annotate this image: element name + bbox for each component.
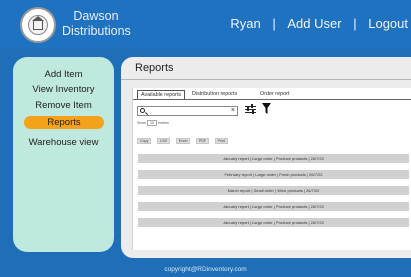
copy-button[interactable]: Copy (137, 138, 152, 144)
logo-emblem-icon (28, 15, 48, 35)
show-entries: Show 10 entries (137, 120, 169, 126)
show-entries-select[interactable]: 10 (147, 120, 157, 126)
header: Dawson Distributions Ryan | Add User | L… (0, 0, 411, 48)
search-icon (140, 108, 145, 113)
tab-divider (133, 99, 411, 100)
sidebar-item-remove-item[interactable]: Remove Item (13, 100, 114, 111)
top-nav: Ryan | Add User | Logout (230, 16, 408, 31)
sidebar-item-view-inventory[interactable]: View Inventory (13, 84, 114, 95)
nav-add-user-link[interactable]: Add User (287, 16, 341, 31)
report-row[interactable]: January report | Large order | Produce p… (138, 202, 409, 211)
nav-user[interactable]: Ryan (230, 16, 260, 31)
show-entries-suffix: entries (158, 121, 169, 125)
csv-button[interactable]: CSV (156, 138, 171, 144)
sidebar-item-warehouse-view[interactable]: Warehouse view (13, 137, 114, 148)
page-title: Reports (135, 62, 174, 74)
print-button[interactable]: Print (214, 138, 228, 144)
logo (20, 7, 56, 43)
reports-panel: Reports Available reports Distribution r… (121, 57, 411, 258)
nav-separator: | (353, 16, 357, 31)
filter-icon[interactable] (262, 103, 271, 114)
tab-order-report[interactable]: Order report (257, 90, 292, 99)
nav-separator: | (272, 16, 276, 31)
reports-card: Available reports Distribution reports O… (132, 88, 411, 250)
report-row[interactable]: March report | Small order | Wine produc… (138, 186, 409, 195)
title-divider (121, 79, 411, 80)
nav-logout-link[interactable]: Logout (368, 16, 408, 31)
report-row[interactable]: January report | Large order | Produce p… (138, 154, 409, 163)
pdf-button[interactable]: PDF (195, 138, 210, 144)
sidebar: Add Item View Inventory Remove Item Repo… (13, 57, 114, 252)
brand-line-2: Distributions (62, 24, 131, 38)
export-buttons: Copy CSV Excel PDF Print (137, 129, 229, 144)
report-row[interactable]: February report | Large order | Fresh pr… (138, 170, 409, 179)
sliders-icon[interactable] (245, 104, 256, 115)
brand-line-1: Dawson (73, 9, 119, 23)
show-entries-prefix: Show (137, 121, 146, 125)
footer-copyright: copyright@RDinventory.com (164, 266, 247, 273)
tab-distribution-reports[interactable]: Distribution reports (189, 90, 240, 99)
brand-name: Dawson Distributions (62, 9, 131, 39)
clear-icon[interactable]: × (231, 107, 235, 115)
excel-button[interactable]: Excel (175, 138, 191, 144)
sidebar-item-add-item[interactable]: Add Item (13, 69, 114, 80)
sidebar-item-reports[interactable]: Reports (24, 116, 104, 129)
report-row[interactable]: January report | Large order | Produce p… (138, 218, 409, 227)
search-input[interactable]: × (137, 106, 238, 116)
tab-available-reports[interactable]: Available reports (137, 90, 186, 99)
